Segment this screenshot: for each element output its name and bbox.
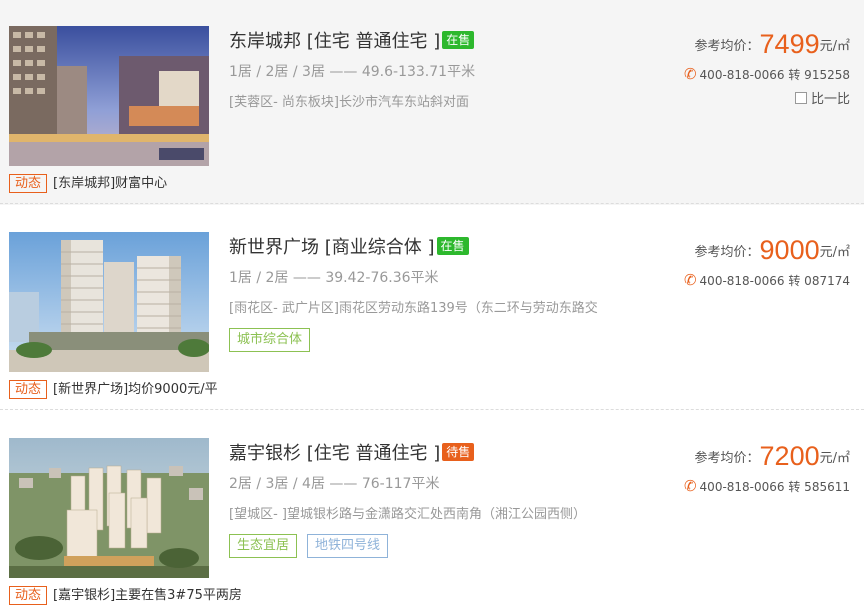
- price-block: 参考均价：7499元/㎡: [695, 29, 850, 60]
- news-badge: 动态: [9, 380, 48, 399]
- news-line: 动态 [东岸城邦]财富中心: [9, 172, 167, 193]
- price-block: 参考均价：7200元/㎡: [695, 441, 850, 472]
- news-line: 动态 [新世界广场]均价9000元/平: [9, 378, 218, 399]
- phone-number: 400-818-0066 转 585611: [699, 480, 850, 494]
- listing-layout: 1居 / 2居 / 3居 —— 49.6-133.71平米: [229, 64, 476, 80]
- listing-type: [住宅 普通住宅 ]: [306, 443, 441, 464]
- status-badge: 待售: [442, 443, 475, 461]
- phone-line: ✆ 400-818-0066 转 915258: [684, 65, 850, 83]
- price-unit: 元/㎡: [819, 451, 850, 466]
- compare-toggle[interactable]: 比一比: [794, 88, 850, 107]
- price-value: 7499: [759, 29, 820, 59]
- listing-title[interactable]: 东岸城邦 [住宅 普通住宅 ] 在售: [229, 30, 475, 54]
- listing-photo[interactable]: [9, 438, 209, 578]
- phone-number: 400-818-0066 转 087174: [699, 274, 850, 288]
- listing-type: [住宅 普通住宅 ]: [306, 31, 441, 52]
- compare-checkbox[interactable]: [794, 92, 807, 104]
- compare-label[interactable]: 比一比: [811, 92, 850, 107]
- tag[interactable]: 城市综合体: [229, 328, 311, 352]
- listing-address: [望城区- ]望城银杉路与金潇路交汇处西南角（湘江公园西侧）: [229, 507, 586, 522]
- tag-list: 城市综合体: [229, 328, 320, 352]
- phone-icon: ✆: [683, 65, 697, 83]
- news-line: 动态 [嘉宇银杉]主要在售3#75平两房: [9, 584, 242, 605]
- listing-name[interactable]: 新世界广场: [229, 237, 319, 258]
- tag[interactable]: 生态宜居: [229, 534, 298, 558]
- price-unit: 元/㎡: [819, 39, 850, 54]
- listing-type: [商业综合体 ]: [324, 237, 435, 258]
- news-badge: 动态: [9, 586, 48, 605]
- status-badge: 在售: [436, 237, 469, 255]
- price-value: 9000: [759, 235, 820, 265]
- price-block: 参考均价：9000元/㎡: [695, 235, 850, 266]
- phone-line: ✆ 400-818-0066 转 585611: [684, 477, 850, 495]
- tag-list: 生态宜居 地铁四号线: [229, 534, 398, 558]
- status-badge: 在售: [442, 31, 475, 49]
- phone-number: 400-818-0066 转 915258: [699, 68, 850, 82]
- price-label: 参考均价：: [694, 39, 760, 54]
- divider: [0, 409, 864, 410]
- phone-line: ✆ 400-818-0066 转 087174: [684, 271, 850, 289]
- news-link[interactable]: [东岸城邦]财富中心: [53, 176, 167, 191]
- listing-name[interactable]: 嘉宇银杉: [229, 443, 301, 464]
- listing-address: [雨花区- 武广片区]雨花区劳动东路139号（东二环与劳动东路交: [229, 301, 598, 316]
- listing-card: 嘉宇银杉 [住宅 普通住宅 ] 待售 2居 / 3居 / 4居 —— 76-117…: [0, 412, 864, 611]
- listing-title[interactable]: 嘉宇银杉 [住宅 普通住宅 ] 待售: [229, 442, 475, 466]
- listing-card: 新世界广场 [商业综合体 ] 在售 1居 / 2居 —— 39.42-76.36平…: [0, 206, 864, 411]
- phone-icon: ✆: [683, 477, 697, 495]
- price-value: 7200: [759, 441, 820, 471]
- divider: [0, 203, 864, 204]
- listing-photo[interactable]: [9, 232, 209, 372]
- listing-card: 东岸城邦 [住宅 普通住宅 ] 在售 1居 / 2居 / 3居 —— 49.6-1…: [0, 0, 864, 205]
- listing-layout: 1居 / 2居 —— 39.42-76.36平米: [229, 270, 439, 286]
- listing-photo[interactable]: [9, 26, 209, 166]
- tag[interactable]: 地铁四号线: [307, 534, 389, 558]
- listing-address: [芙蓉区- 尚东板块]长沙市汽车东站斜对面: [229, 95, 469, 110]
- price-label: 参考均价：: [694, 451, 760, 466]
- listing-layout: 2居 / 3居 / 4居 —— 76-117平米: [229, 476, 440, 492]
- listing-name[interactable]: 东岸城邦: [229, 31, 301, 52]
- news-link[interactable]: [嘉宇银杉]主要在售3#75平两房: [53, 588, 242, 603]
- listing-title[interactable]: 新世界广场 [商业综合体 ] 在售: [229, 236, 469, 260]
- news-link[interactable]: [新世界广场]均价9000元/平: [53, 382, 218, 397]
- phone-icon: ✆: [683, 271, 697, 289]
- price-unit: 元/㎡: [819, 245, 850, 260]
- price-label: 参考均价：: [694, 245, 760, 260]
- news-badge: 动态: [9, 174, 48, 193]
